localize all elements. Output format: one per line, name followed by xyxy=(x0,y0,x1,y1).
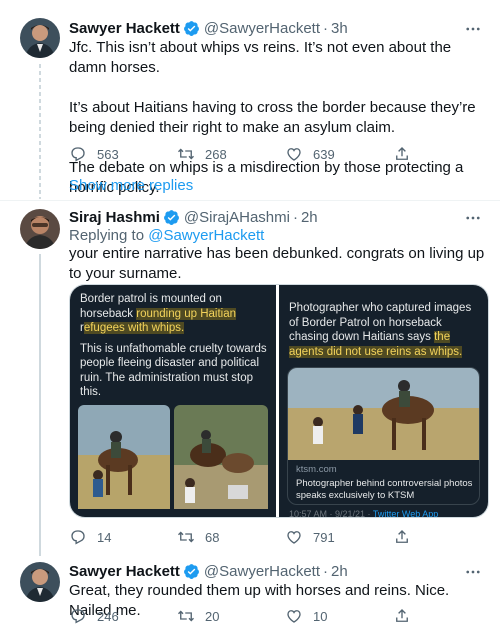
verified-badge-icon xyxy=(183,21,199,36)
like-button[interactable]: 639 xyxy=(285,145,393,163)
screenshot-right[interactable]: Photographer who captured images of Bord… xyxy=(279,285,488,517)
retweet-icon xyxy=(178,148,194,160)
verified-badge-icon xyxy=(183,564,199,579)
link-card-domain: ktsm.com xyxy=(296,464,337,475)
display-name[interactable]: Siraj Hashmi xyxy=(69,209,160,226)
reply-count: 14 xyxy=(97,529,112,545)
retweet-button[interactable]: 268 xyxy=(177,145,285,163)
reply-icon xyxy=(71,530,85,545)
reply-button[interactable]: 563 xyxy=(69,145,177,163)
share-icon xyxy=(396,609,408,622)
screenshot-text-line: This is unfathomable cruelty towards peo… xyxy=(80,342,267,399)
tweet-header: Siraj Hashmi @SirajAHashmi · 2h xyxy=(69,209,318,226)
reply-button[interactable]: 14 xyxy=(69,528,177,546)
retweet-count: 268 xyxy=(205,146,227,162)
reply-icon xyxy=(71,609,85,624)
avatar[interactable] xyxy=(20,562,60,602)
like-count: 791 xyxy=(313,529,335,545)
quoted-media[interactable]: Border patrol is mounted on horseback ro… xyxy=(69,284,489,518)
thread-line xyxy=(39,64,41,199)
tweet-actions: 246 20 10 xyxy=(69,607,500,625)
tweet-actions: 563 268 639 xyxy=(69,145,500,163)
tweet-timestamp[interactable]: 2h xyxy=(331,563,348,580)
more-options-icon[interactable] xyxy=(464,20,482,38)
reply-icon xyxy=(71,147,85,162)
retweet-icon xyxy=(178,531,194,543)
share-icon xyxy=(396,530,408,543)
reply-count: 563 xyxy=(97,146,119,162)
reply-button[interactable]: 246 xyxy=(69,607,177,625)
like-button[interactable]: 10 xyxy=(285,607,393,625)
screenshot-timestamp-text: 10:57 AM · 9/21/21 · xyxy=(289,509,373,518)
separator-dot: · xyxy=(323,20,329,37)
display-name[interactable]: Sawyer Hackett xyxy=(69,563,180,580)
tweet-actions: 14 68 791 xyxy=(69,528,500,546)
retweet-icon xyxy=(178,610,194,622)
tweet-timestamp[interactable]: 3h xyxy=(331,20,348,37)
tweet-paragraph: your entire narrative has been debunked.… xyxy=(69,245,485,282)
screenshot-text-line: Border patrol is mounted on xyxy=(80,293,222,305)
like-button[interactable]: 791 xyxy=(285,528,393,546)
screenshot-source-app: Twitter Web App xyxy=(372,509,439,518)
link-card-title: Photographer behind controversial photos… xyxy=(296,478,473,501)
screenshot-right-text: Photographer who captured images of Bord… xyxy=(289,301,480,359)
avatar[interactable] xyxy=(20,18,60,58)
share-button[interactable] xyxy=(393,528,500,546)
link-card[interactable]: ktsm.com Photographer behind controversi… xyxy=(287,367,480,505)
tweet-text: Jfc. This isn’t about whips vs reins. It… xyxy=(69,38,489,198)
more-options-icon[interactable] xyxy=(464,209,482,227)
thread-line xyxy=(39,254,41,556)
screenshot-timestamp: 10:57 AM · 9/21/21 · Twitter Web App xyxy=(289,509,439,518)
divider xyxy=(0,200,500,201)
tweet-timestamp[interactable]: 2h xyxy=(301,209,318,226)
user-handle[interactable]: @SawyerHackett xyxy=(204,563,320,580)
replying-to: Replying to @SawyerHackett xyxy=(69,227,264,244)
like-count: 10 xyxy=(313,608,328,624)
heart-icon xyxy=(287,531,301,544)
retweet-count: 68 xyxy=(205,529,220,545)
highlighted-text: rounding up Haitian xyxy=(136,307,237,320)
border-patrol-photos xyxy=(78,405,268,509)
retweet-button[interactable]: 68 xyxy=(177,528,285,546)
reply-count: 246 xyxy=(97,608,119,624)
avatar[interactable] xyxy=(20,209,60,249)
user-handle[interactable]: @SirajAHashmi xyxy=(184,209,290,226)
replying-to-label: Replying to xyxy=(69,227,145,244)
tweet-paragraph: Jfc. This isn’t about whips vs reins. It… xyxy=(69,39,452,76)
share-button[interactable] xyxy=(393,145,500,163)
verified-badge-icon xyxy=(163,210,179,225)
retweet-button[interactable]: 20 xyxy=(177,607,285,625)
heart-icon xyxy=(287,610,301,623)
screenshot-text-line: horseback xyxy=(80,307,137,320)
like-count: 639 xyxy=(313,146,335,162)
share-icon xyxy=(396,147,408,160)
more-options-icon[interactable] xyxy=(464,563,482,581)
tweet-header: Sawyer Hackett @SawyerHackett · 3h xyxy=(69,20,348,37)
highlighted-text: efugees with whips. xyxy=(83,322,185,334)
screenshot-left[interactable]: Border patrol is mounted on horseback ro… xyxy=(70,285,276,517)
show-more-replies-link[interactable]: Show more replies xyxy=(69,177,193,194)
screenshot-left-text: Border patrol is mounted on horseback ro… xyxy=(80,292,268,400)
tweet-paragraph: It’s about Haitians having to cross the … xyxy=(69,99,476,136)
tweet-header: Sawyer Hackett @SawyerHackett · 2h xyxy=(69,563,348,580)
display-name[interactable]: Sawyer Hackett xyxy=(69,20,180,37)
replying-to-mention[interactable]: @SawyerHackett xyxy=(148,227,264,244)
share-button[interactable] xyxy=(393,607,500,625)
separator-dot: · xyxy=(323,563,329,580)
tweet-text: your entire narrative has been debunked.… xyxy=(69,244,489,284)
heart-icon xyxy=(287,148,301,161)
retweet-count: 20 xyxy=(205,608,220,624)
link-card-photo xyxy=(288,368,479,460)
user-handle[interactable]: @SawyerHackett xyxy=(204,20,320,37)
separator-dot: · xyxy=(292,209,298,226)
